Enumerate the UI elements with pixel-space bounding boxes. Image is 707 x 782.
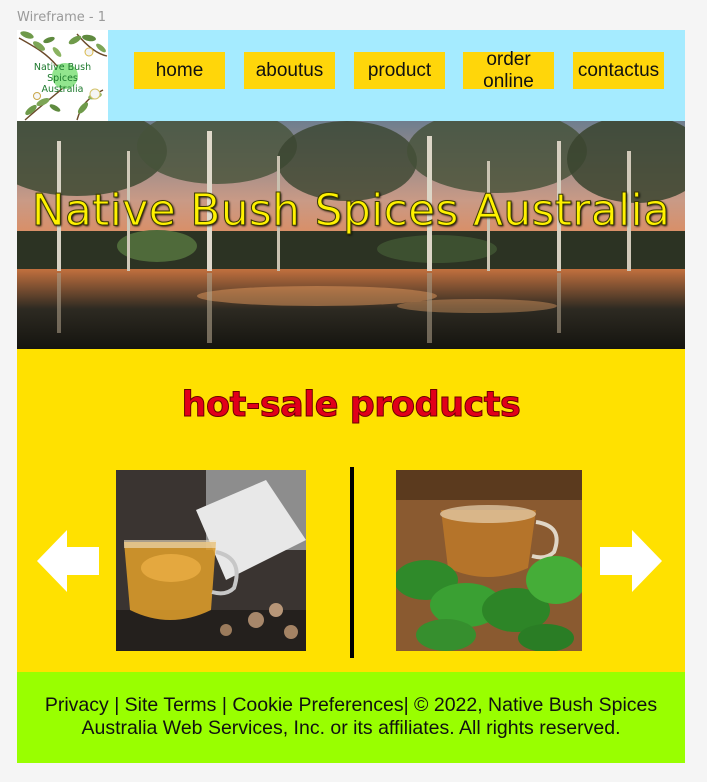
footer: Privacy | Site Terms | Cookie Preference…	[17, 672, 685, 763]
hero-title: Native Bush Spices Australia	[31, 185, 671, 237]
footer-line1: Privacy | Site Terms | Cookie Preference…	[44, 694, 658, 716]
nav-order-label-line1: order	[486, 48, 531, 70]
logo-text: Native Bush Spices Australia	[17, 62, 108, 95]
nav-order-label-line2: online	[483, 70, 534, 92]
arrow-left-icon	[37, 530, 99, 592]
nav-product-label: product	[367, 60, 432, 81]
nav-home-label: home	[155, 60, 204, 81]
nav-product-button[interactable]: product	[354, 52, 445, 89]
section-title: hot-sale products	[181, 385, 521, 426]
nav-contactus-label: contactus	[577, 60, 660, 81]
nav-home-button[interactable]: home	[134, 52, 225, 89]
header: Native Bush Spices Australia home aboutu…	[17, 30, 685, 121]
frame-label: Wireframe - 1	[17, 10, 107, 25]
footer-text: Privacy | Site Terms | Cookie Preference…	[27, 694, 675, 740]
logo[interactable]: Native Bush Spices Australia	[17, 30, 108, 121]
product-image-tea-cup-2[interactable]	[396, 470, 582, 651]
footer-line2: Australia Web Services, Inc. or its affi…	[81, 717, 621, 739]
product-image-tea-cup-1[interactable]	[116, 470, 306, 651]
carousel-prev-button[interactable]	[37, 530, 99, 597]
hot-sale-section: hot-sale products	[17, 349, 685, 672]
logo-text-line2: Australia	[41, 84, 84, 95]
nav-aboutus-button[interactable]: aboutus	[244, 52, 335, 89]
nav-order-online-button[interactable]: order online	[463, 48, 554, 92]
nav-contactus-button[interactable]: contactus	[573, 52, 664, 89]
arrow-right-icon	[600, 530, 662, 592]
product-divider	[350, 467, 354, 658]
hero-banner: Native Bush Spices Australia	[17, 121, 685, 349]
tea-cup-photo-1	[116, 470, 306, 651]
carousel-next-button[interactable]	[600, 530, 662, 597]
tea-cup-photo-2	[396, 470, 582, 651]
wireframe: Native Bush Spices Australia home aboutu…	[17, 30, 685, 763]
logo-text-line1: Native Bush Spices	[33, 62, 92, 84]
nav-aboutus-label: aboutus	[255, 60, 324, 81]
